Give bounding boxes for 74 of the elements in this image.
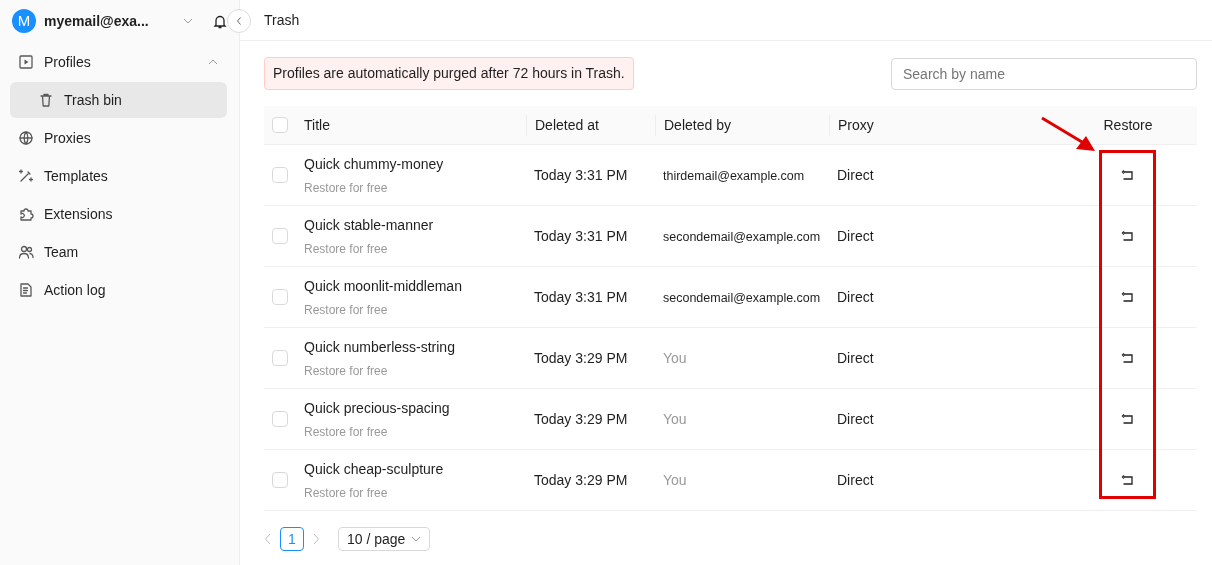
subtitle: Restore for free: [304, 484, 389, 502]
table-cell: Direct: [837, 349, 874, 366]
next-page-icon[interactable]: [312, 533, 320, 545]
sidebar-item[interactable]: Templates: [10, 158, 230, 194]
table-cell: Direct: [837, 227, 874, 244]
puzzle-icon: [18, 206, 34, 222]
return-arrow-icon: [1121, 352, 1135, 365]
table-cell: Today 3:29 PM: [534, 471, 628, 488]
column-header: Title: [304, 116, 330, 133]
sidebar-item[interactable]: Extensions: [10, 196, 230, 232]
account-name[interactable]: myemail@exa...: [44, 10, 149, 32]
chevron-left-icon: [235, 16, 243, 26]
return-arrow-icon: [1121, 230, 1135, 243]
profile-title: Quick chummy-money: [304, 154, 445, 174]
table-cell: You: [663, 349, 687, 366]
column-header: Deleted by: [664, 116, 731, 133]
sidebar-item[interactable]: Profiles: [10, 44, 230, 80]
sidebar-item[interactable]: Proxies: [10, 120, 230, 156]
subtitle: Restore for free: [304, 301, 389, 319]
chevron-down-icon[interactable]: [183, 16, 193, 26]
column-header: Restore: [1103, 116, 1153, 133]
table-cell: Direct: [837, 166, 874, 183]
table-cell: Today 3:31 PM: [534, 288, 628, 305]
sidebar-item[interactable]: Team: [10, 234, 230, 270]
checkbox[interactable]: [272, 289, 288, 305]
return-arrow-icon: [1121, 474, 1135, 487]
table-cell: You: [663, 471, 687, 488]
sidebar-item[interactable]: Trash bin: [10, 82, 227, 118]
return-arrow-icon: [1121, 413, 1135, 426]
search-field[interactable]: Search by name: [891, 57, 1197, 90]
checkbox[interactable]: [272, 411, 288, 427]
checkbox[interactable]: [272, 472, 288, 488]
profile-title: Quick precious-spacing: [304, 398, 451, 418]
subtitle: Restore for free: [304, 240, 389, 258]
chevron-up-icon[interactable]: [208, 57, 218, 67]
table-cell: Today 3:31 PM: [534, 166, 628, 183]
table-cell: Today 3:31 PM: [534, 227, 628, 244]
people-icon: [18, 244, 34, 260]
checkbox[interactable]: [272, 228, 288, 244]
table-cell: Today 3:29 PM: [534, 410, 628, 427]
subtitle: Restore for free: [304, 423, 389, 441]
table-cell: Today 3:29 PM: [534, 349, 628, 366]
document-icon: [18, 282, 34, 298]
profile-title: Quick moonlit-middleman: [304, 276, 463, 296]
notice-banner: Profiles are automatically purged after 72 hours in Trash.: [264, 57, 634, 90]
checkbox[interactable]: [272, 167, 288, 183]
play-icon: [18, 54, 34, 70]
profile-title: Quick cheap-sculpture: [304, 459, 445, 479]
subtitle: Restore for free: [304, 179, 389, 197]
profile-title: Quick numberless-string: [304, 337, 456, 357]
globe-icon: [18, 130, 34, 146]
subtitle: Restore for free: [304, 362, 389, 380]
previous-page-icon[interactable]: [264, 533, 272, 545]
table-cell: Direct: [837, 471, 874, 488]
page-title: Trash: [264, 10, 300, 30]
checkbox[interactable]: [272, 350, 288, 366]
table-cell: Direct: [837, 410, 874, 427]
table-cell: Direct: [837, 288, 874, 305]
table-cell: thirdemail@example.com: [663, 168, 805, 183]
checkbox[interactable]: [272, 117, 288, 133]
magic-wand-icon: [18, 168, 34, 184]
table-cell: You: [663, 410, 687, 427]
profile-title: Quick stable-manner: [304, 215, 435, 235]
return-arrow-icon: [1121, 169, 1135, 182]
return-arrow-icon: [1121, 291, 1135, 304]
table-cell: secondemail@example.com: [663, 290, 821, 305]
column-header: Deleted at: [535, 116, 599, 133]
sidebar-item[interactable]: Action log: [10, 272, 230, 308]
page-size-select[interactable]: 10 / page: [338, 527, 431, 551]
table-cell: secondemail@example.com: [663, 229, 821, 244]
bell-icon[interactable]: [213, 13, 227, 29]
column-header: Proxy: [838, 116, 874, 133]
chevron-down-icon: [411, 535, 422, 543]
trash-icon: [38, 92, 54, 108]
